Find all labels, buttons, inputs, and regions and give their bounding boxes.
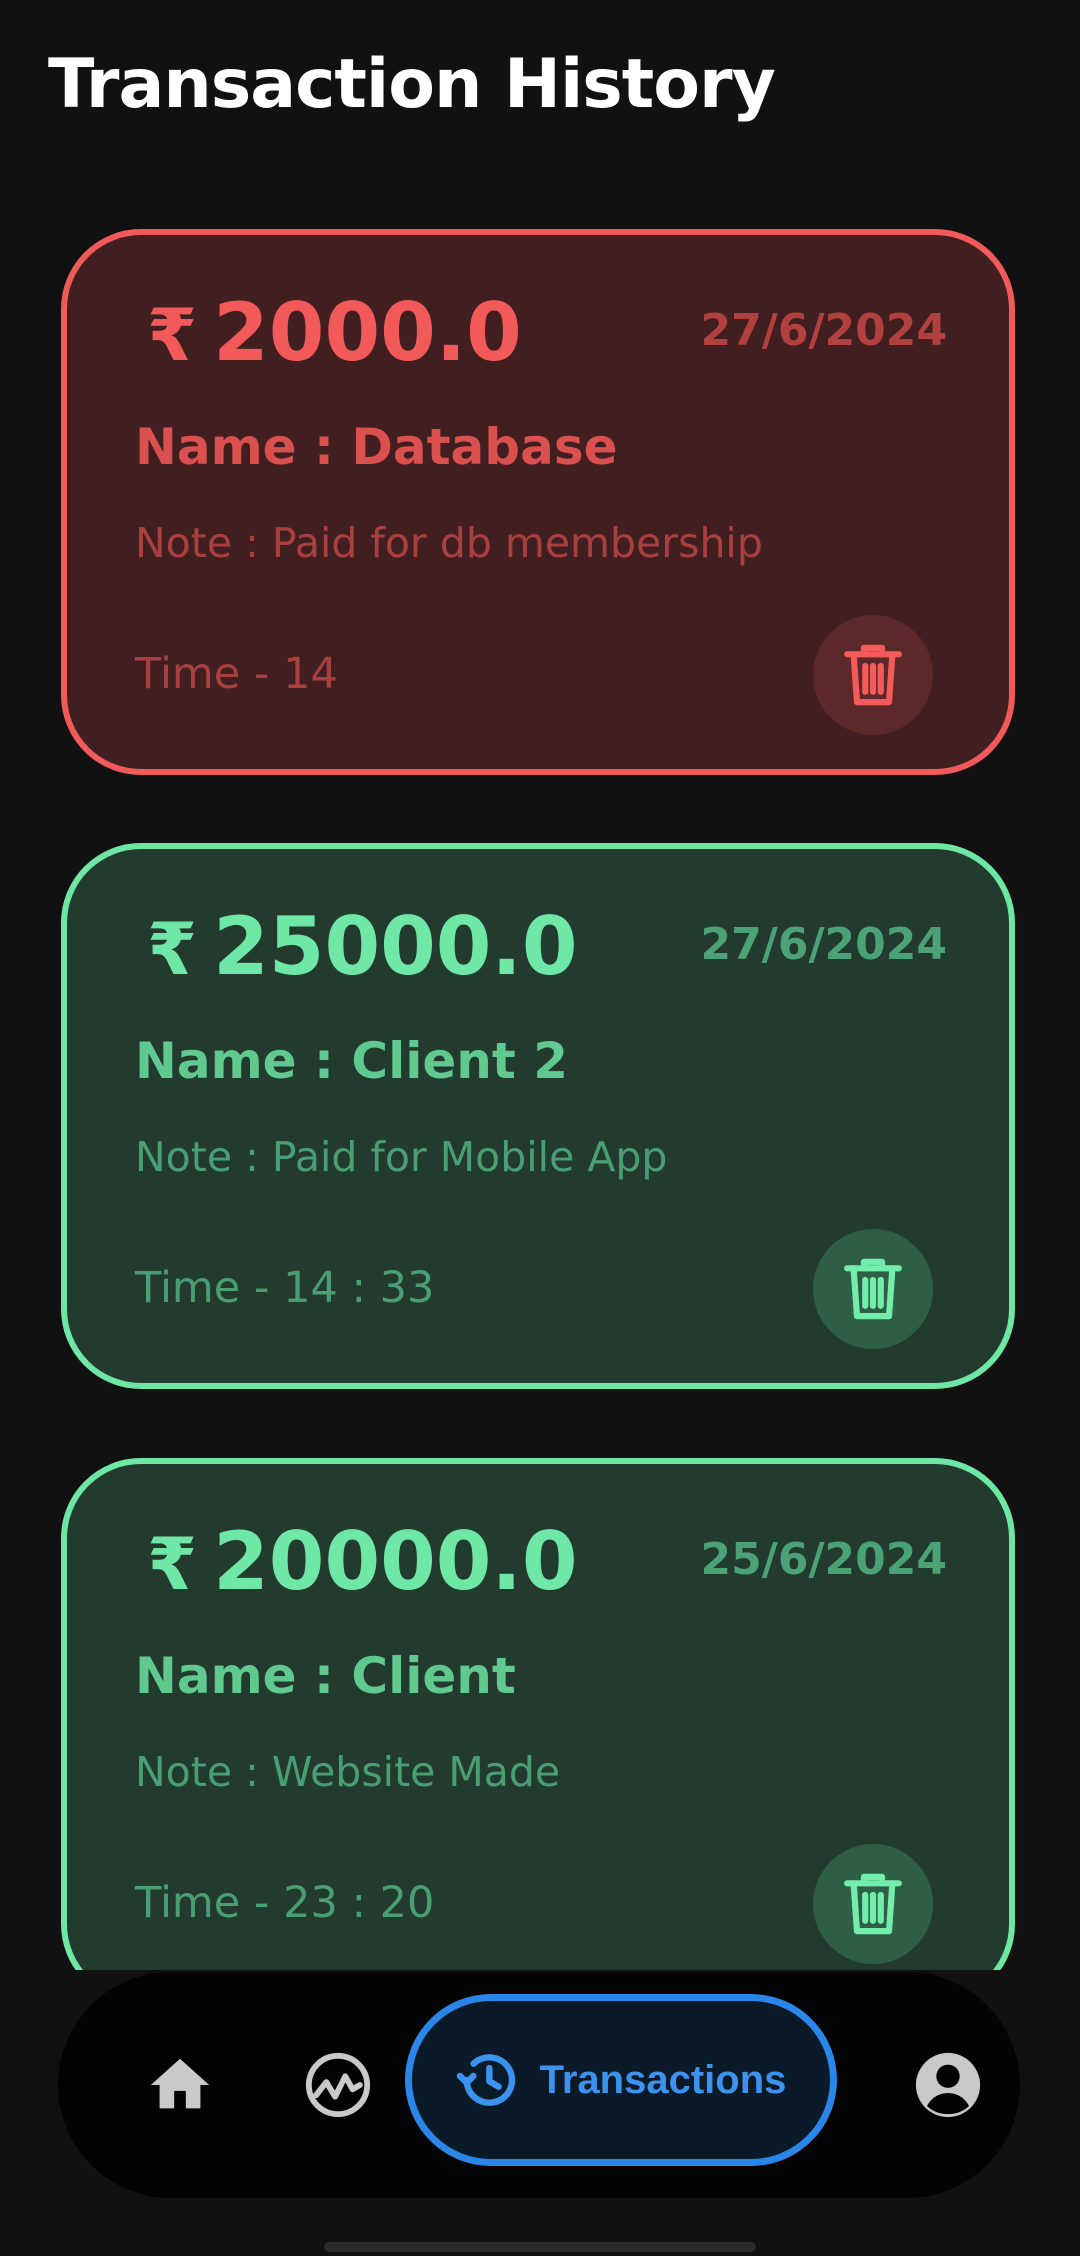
- transaction-name: Name : Client 2: [135, 1032, 568, 1090]
- trash-icon: [844, 1873, 902, 1935]
- rupee-icon: ₹: [147, 1522, 198, 1606]
- rupee-icon: ₹: [147, 907, 198, 991]
- transaction-amount: ₹ 2000.0: [147, 283, 522, 385]
- profile-icon: [915, 2052, 981, 2118]
- nav-home-button[interactable]: [120, 2025, 240, 2145]
- bottom-navigation-bar: Transactions: [58, 1972, 1020, 2198]
- page-title: Transaction History: [48, 45, 776, 124]
- home-icon: [150, 2058, 210, 2109]
- transaction-note: Note : Website Made: [135, 1748, 561, 1796]
- trash-icon: [844, 1258, 902, 1320]
- home-indicator[interactable]: [324, 2242, 756, 2252]
- transaction-card-debit[interactable]: ₹ 2000.0 27/6/2024 Name : Database Note …: [61, 229, 1015, 775]
- transaction-card-credit[interactable]: ₹ 25000.0 27/6/2024 Name : Client 2 Note…: [61, 843, 1015, 1389]
- amount-value: 20000.0: [213, 1515, 578, 1608]
- amount-value: 25000.0: [213, 900, 578, 993]
- transaction-date: 27/6/2024: [700, 919, 947, 970]
- nav-analytics-button[interactable]: [278, 2025, 398, 2145]
- transaction-name: Name : Database: [135, 418, 618, 476]
- transaction-date: 25/6/2024: [700, 1534, 947, 1585]
- transaction-note: Note : Paid for db membership: [135, 519, 763, 567]
- delete-button[interactable]: [813, 1229, 933, 1349]
- transaction-list[interactable]: ₹ 2000.0 27/6/2024 Name : Database Note …: [0, 0, 1080, 1970]
- delete-button[interactable]: [813, 1844, 933, 1964]
- transaction-name: Name : Client: [135, 1647, 516, 1705]
- rupee-icon: ₹: [147, 293, 198, 377]
- transaction-time: Time - 23 : 20: [135, 1878, 435, 1928]
- transaction-amount: ₹ 25000.0: [147, 897, 577, 999]
- amount-value: 2000.0: [213, 286, 522, 379]
- nav-transactions-label: Transactions: [539, 2057, 787, 2102]
- transaction-time: Time - 14 : 33: [135, 1263, 435, 1313]
- transaction-note: Note : Paid for Mobile App: [135, 1133, 668, 1181]
- transaction-date: 27/6/2024: [700, 305, 947, 356]
- transaction-amount: ₹ 20000.0: [147, 1512, 577, 1614]
- transaction-time: Time - 14: [135, 649, 338, 699]
- trash-icon: [844, 644, 902, 706]
- transaction-history-screen: ₹ 2000.0 27/6/2024 Name : Database Note …: [0, 0, 1080, 2256]
- delete-button[interactable]: [813, 615, 933, 735]
- transaction-card-credit[interactable]: ₹ 20000.0 25/6/2024 Name : Client Note :…: [61, 1458, 1015, 1970]
- analytics-icon: [305, 2052, 371, 2118]
- nav-profile-button[interactable]: [888, 2025, 1008, 2145]
- nav-transactions-button[interactable]: Transactions: [405, 1994, 837, 2166]
- history-icon: [456, 2054, 515, 2106]
